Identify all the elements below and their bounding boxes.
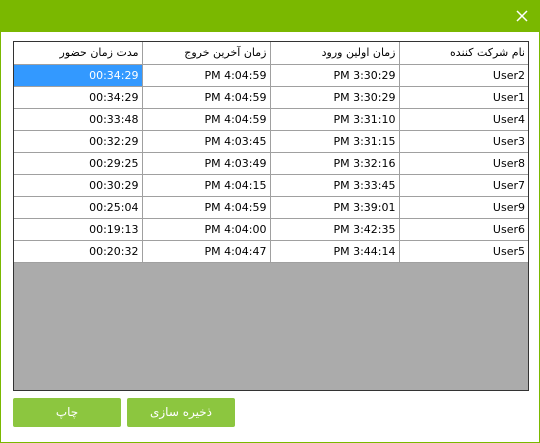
cell-participant[interactable]: User3 (399, 130, 528, 153)
column-header-first-entry[interactable]: زمان اولین ورود (270, 42, 400, 65)
column-header-last-exit[interactable]: زمان آخرین خروج (142, 42, 271, 65)
cell-duration[interactable]: 00:34:29 (14, 86, 143, 109)
title-bar (1, 1, 539, 32)
attendance-table: مدت زمان حضور زمان آخرین خروج زمان اولین… (14, 42, 528, 263)
cell-first-entry[interactable]: PM 3:33:45 (270, 174, 400, 197)
column-header-participant[interactable]: نام شرکت کننده (399, 42, 528, 65)
close-button[interactable] (511, 5, 533, 27)
cell-duration[interactable]: 00:20:32 (14, 240, 143, 263)
cell-last-exit[interactable]: PM 4:04:59 (142, 108, 271, 131)
cell-first-entry[interactable]: PM 3:44:14 (270, 240, 400, 263)
attendance-report-window: مدت زمان حضور زمان آخرین خروج زمان اولین… (0, 0, 540, 443)
cell-participant[interactable]: User7 (399, 174, 528, 197)
cell-last-exit[interactable]: PM 4:04:59 (142, 64, 271, 87)
cell-last-exit[interactable]: PM 4:04:15 (142, 174, 271, 197)
table-row[interactable]: 00:32:29 PM 4:03:45 PM 3:31:15 User3 (14, 130, 528, 153)
attendance-grid[interactable]: مدت زمان حضور زمان آخرین خروج زمان اولین… (13, 41, 529, 391)
table-row[interactable]: 00:19:13 PM 4:04:00 PM 3:42:35 User6 (14, 218, 528, 241)
cell-last-exit[interactable]: PM 4:04:59 (142, 196, 271, 219)
cell-participant[interactable]: User5 (399, 240, 528, 263)
cell-first-entry[interactable]: PM 3:31:15 (270, 130, 400, 153)
cell-last-exit[interactable]: PM 4:03:45 (142, 130, 271, 153)
table-row[interactable]: 00:25:04 PM 4:04:59 PM 3:39:01 User9 (14, 196, 528, 219)
cell-participant[interactable]: User6 (399, 218, 528, 241)
cell-first-entry[interactable]: PM 3:30:29 (270, 86, 400, 109)
table-row[interactable]: 00:33:48 PM 4:04:59 PM 3:31:10 User4 (14, 108, 528, 131)
table-row[interactable]: 00:34:29 PM 4:04:59 PM 3:30:29 User1 (14, 86, 528, 109)
print-button[interactable]: چاپ (13, 398, 121, 427)
cell-first-entry[interactable]: PM 3:31:10 (270, 108, 400, 131)
cell-participant[interactable]: User9 (399, 196, 528, 219)
cell-duration[interactable]: 00:29:25 (14, 152, 143, 175)
table-row[interactable]: 00:34:29 PM 4:04:59 PM 3:30:29 User2 (14, 64, 528, 87)
cell-duration[interactable]: 00:19:13 (14, 218, 143, 241)
table-row[interactable]: 00:20:32 PM 4:04:47 PM 3:44:14 User5 (14, 240, 528, 263)
cell-participant[interactable]: User4 (399, 108, 528, 131)
cell-participant[interactable]: User2 (399, 64, 528, 87)
cell-last-exit[interactable]: PM 4:04:47 (142, 240, 271, 263)
header-row: مدت زمان حضور زمان آخرین خروج زمان اولین… (14, 42, 528, 65)
cell-last-exit[interactable]: PM 4:04:59 (142, 86, 271, 109)
cell-first-entry[interactable]: PM 3:32:16 (270, 152, 400, 175)
cell-first-entry[interactable]: PM 3:42:35 (270, 218, 400, 241)
cell-duration[interactable]: 00:30:29 (14, 174, 143, 197)
cell-first-entry[interactable]: PM 3:39:01 (270, 196, 400, 219)
close-icon (511, 5, 533, 27)
save-button[interactable]: ذخیره سازی (127, 398, 235, 427)
table-row[interactable]: 00:29:25 PM 4:03:49 PM 3:32:16 User8 (14, 152, 528, 175)
cell-participant[interactable]: User1 (399, 86, 528, 109)
cell-last-exit[interactable]: PM 4:03:49 (142, 152, 271, 175)
column-header-duration[interactable]: مدت زمان حضور (14, 42, 143, 65)
cell-participant[interactable]: User8 (399, 152, 528, 175)
cell-duration[interactable]: 00:32:29 (14, 130, 143, 153)
table-row[interactable]: 00:30:29 PM 4:04:15 PM 3:33:45 User7 (14, 174, 528, 197)
cell-last-exit[interactable]: PM 4:04:00 (142, 218, 271, 241)
cell-duration[interactable]: 00:33:48 (14, 108, 143, 131)
cell-first-entry[interactable]: PM 3:30:29 (270, 64, 400, 87)
cell-duration[interactable]: 00:34:29 (14, 64, 143, 87)
cell-duration[interactable]: 00:25:04 (14, 196, 143, 219)
